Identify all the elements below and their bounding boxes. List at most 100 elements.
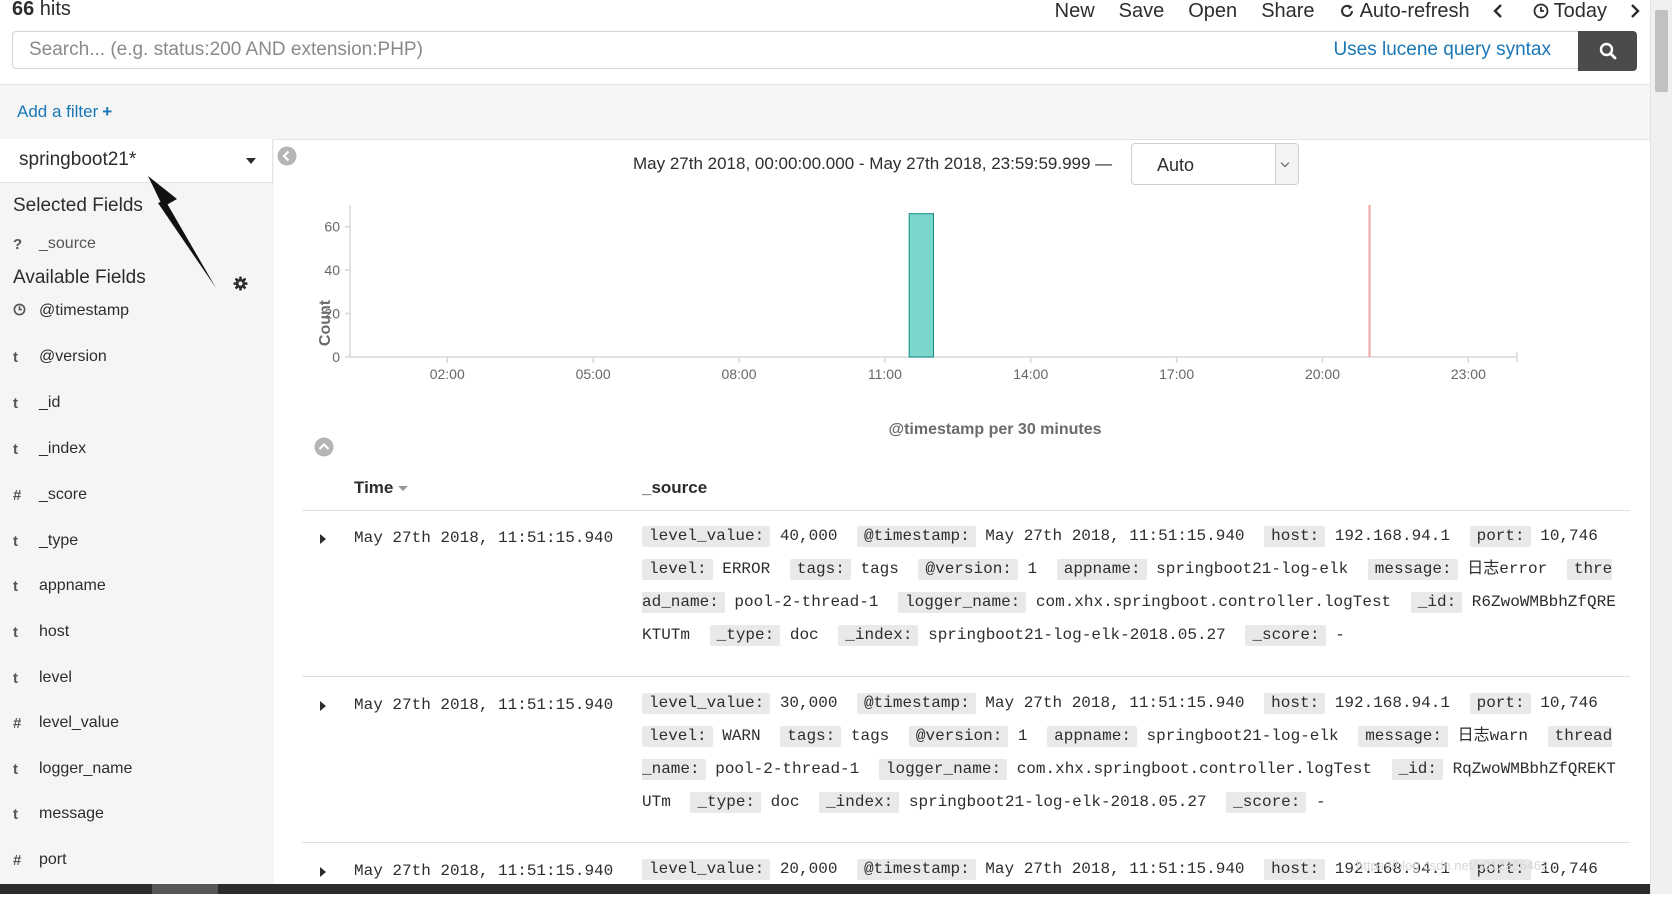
vertical-scrollbar[interactable] <box>1650 0 1672 894</box>
histogram-chart: 020406002:00 05:00 08:00 11:00 14:00 17:00 20:… <box>317 205 1518 438</box>
interval-select[interactable]: Auto <box>1131 143 1299 185</box>
source-field-key: host: <box>1264 859 1326 880</box>
selected-field-source[interactable]: ? _source <box>13 232 96 256</box>
row-source: level_value: 40,000 @timestamp: May 27th… <box>642 520 1618 652</box>
source-field-key: tags: <box>780 726 842 747</box>
search-bar: Uses lucene query syntax <box>12 31 1637 71</box>
chevron-down-icon <box>1275 144 1298 184</box>
source-field-value: - <box>1335 626 1345 644</box>
sort-down-icon[interactable] <box>398 486 409 492</box>
x-tick-label: 17:00 <box>1159 366 1194 382</box>
source-field-key: @version: <box>908 726 1009 747</box>
share-button[interactable]: Share <box>1261 0 1314 23</box>
field-name: @version <box>39 348 107 365</box>
field-name: level <box>39 669 72 686</box>
available-fields-title: Available Fields <box>13 267 146 288</box>
expand-row-icon[interactable] <box>320 534 326 544</box>
chevron-left-icon <box>1492 4 1502 18</box>
source-field-value: ERROR <box>722 560 771 578</box>
field-type-icon: t <box>13 760 18 778</box>
collapse-sidebar-button[interactable] <box>277 146 297 171</box>
field-appname[interactable]: t appname <box>13 574 106 598</box>
source-field-value: springboot21-log-elk-2018.05.27 <box>928 626 1226 644</box>
open-button[interactable]: Open <box>1188 0 1237 23</box>
save-button[interactable]: Save <box>1119 0 1165 23</box>
clock-icon <box>1533 3 1549 19</box>
time-back-button[interactable] <box>1492 3 1509 19</box>
x-tick-label: 05:00 <box>576 366 611 382</box>
field-timestamp[interactable]: @timestamp <box>13 299 129 323</box>
source-field-key: _id: <box>1391 759 1443 780</box>
auto-refresh-label: Auto-refresh <box>1359 0 1470 22</box>
auto-refresh-button[interactable]: Auto-refresh <box>1339 0 1470 23</box>
y-tick-label: 60 <box>324 219 340 235</box>
source-field-key: _index: <box>838 625 919 646</box>
source-field-value: pool-2-thread-1 <box>715 760 860 778</box>
source-field-key: host: <box>1264 526 1326 547</box>
x-tick-label: 11:00 <box>868 366 902 382</box>
field-level[interactable]: t level <box>13 666 72 690</box>
source-field-value: com.xhx.springboot.controller.logTest <box>1016 760 1372 778</box>
scrollbar-thumb[interactable] <box>1655 10 1668 92</box>
column-header-time[interactable]: Time <box>354 478 409 498</box>
field-name: _source <box>39 235 96 252</box>
horizontal-scrollbar[interactable] <box>0 884 1650 894</box>
field-level-value[interactable]: # level_value <box>13 711 119 735</box>
chart-marks <box>908 205 1371 358</box>
source-field-value: doc <box>789 626 819 644</box>
field-port[interactable]: # port <box>13 848 67 872</box>
field-logger-name[interactable]: t logger_name <box>13 757 132 781</box>
refresh-icon <box>1340 4 1353 17</box>
toggle-chart-button[interactable] <box>314 437 334 462</box>
source-field-value: 10,746 <box>1540 860 1598 878</box>
field-type-icon: t <box>13 623 18 641</box>
expand-row-icon[interactable] <box>320 867 326 877</box>
source-field-key: level_value: <box>642 526 771 547</box>
source-field-value: 日志error <box>1467 560 1548 578</box>
field-id[interactable]: t _id <box>13 391 60 415</box>
source-field-key: level: <box>642 726 713 747</box>
field-type-icon: # <box>13 486 22 504</box>
source-field-key: @timestamp: <box>857 526 976 547</box>
field-index[interactable]: t _index <box>13 437 86 461</box>
source-field-value: 10,746 <box>1540 694 1598 712</box>
chevron-right-icon <box>1631 4 1640 18</box>
time-forward-button[interactable] <box>1629 3 1646 19</box>
expand-row-icon[interactable] <box>320 701 326 711</box>
source-field-key: _type: <box>709 625 781 646</box>
index-pattern-select[interactable]: springboot21* <box>0 139 273 183</box>
field-settings-button[interactable] <box>233 276 248 296</box>
source-field-value: 1 <box>1017 727 1028 745</box>
source-field-value: pool-2-thread-1 <box>734 593 879 611</box>
source-field-key: _id: <box>1410 592 1463 613</box>
source-field-key: tags: <box>789 559 851 580</box>
source-field-value: May 27th 2018, 11:51:15.940 <box>985 694 1245 712</box>
source-field-value: 10,746 <box>1540 527 1598 545</box>
field-type-icon: t <box>13 805 18 823</box>
lucene-syntax-link[interactable]: Uses lucene query syntax <box>1333 39 1551 61</box>
x-tick-label: 23:00 <box>1451 366 1486 382</box>
caret-down-icon <box>246 158 256 164</box>
scrollbar-thumb[interactable] <box>152 884 218 894</box>
time-range-label: May 27th 2018, 00:00:00.000 - May 27th 2… <box>633 154 1113 173</box>
source-field-key: level_value: <box>642 693 771 714</box>
chevron-left-circle-icon <box>277 146 297 166</box>
time-picker-button[interactable]: Today <box>1533 0 1607 23</box>
add-filter-button[interactable]: Add a filter + <box>17 102 112 122</box>
interval-value: Auto <box>1157 155 1195 175</box>
field-version[interactable]: t @version <box>13 345 107 369</box>
source-field-value: 1 <box>1027 560 1038 578</box>
field-host[interactable]: t host <box>13 620 69 644</box>
x-axis-label: @timestamp per 30 minutes <box>889 421 1102 438</box>
row-time: May 27th 2018, 11:51:15.940 <box>354 696 614 714</box>
plus-icon: + <box>102 102 113 121</box>
new-button[interactable]: New <box>1055 0 1095 23</box>
row-time: May 27th 2018, 11:51:15.940 <box>354 529 614 547</box>
source-field-value: springboot21-log-elk <box>1146 727 1339 745</box>
field-type-icon: t <box>13 577 18 595</box>
field-type[interactable]: t _type <box>13 529 78 553</box>
field-message[interactable]: t message <box>13 802 104 826</box>
field-score[interactable]: # _score <box>13 483 87 507</box>
search-button[interactable] <box>1578 31 1637 71</box>
source-field-key: @timestamp: <box>857 859 976 880</box>
